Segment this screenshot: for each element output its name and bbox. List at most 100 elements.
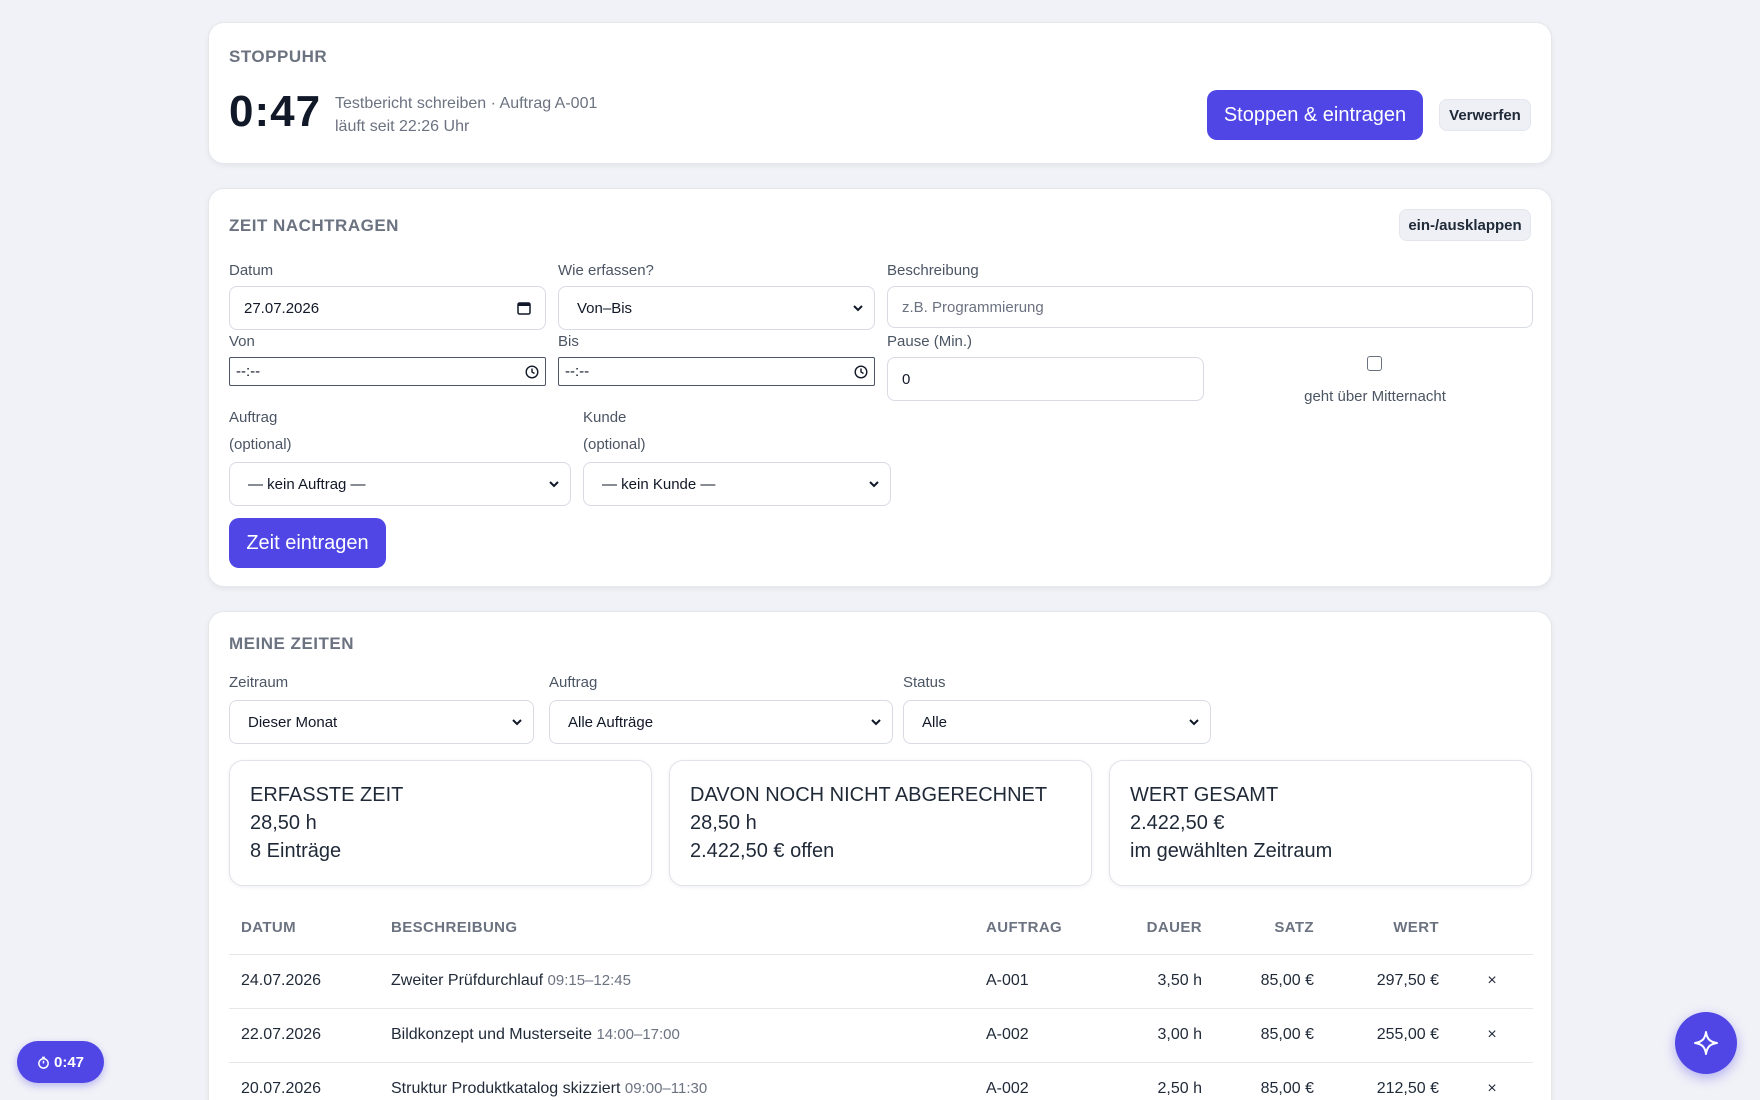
stat-sub: 8 Einträge bbox=[250, 840, 342, 862]
delete-entry-button[interactable]: × bbox=[1451, 1062, 1533, 1100]
stat-title: Wert gesamt bbox=[1130, 784, 1279, 806]
stat-card-total-value: Wert gesamt 2.422,50 € im gewählten Zeit… bbox=[1109, 760, 1532, 886]
stat-value: 28,50 h bbox=[250, 812, 317, 834]
cell-duration: 2,50 h bbox=[1099, 1062, 1214, 1100]
assistant-fab-button[interactable] bbox=[1675, 1012, 1737, 1074]
pause-input[interactable]: 0 bbox=[887, 357, 1204, 401]
stopwatch-task: Testbericht schreiben · Auftrag A-001 bbox=[335, 95, 598, 112]
order-filter-label: Auftrag bbox=[549, 674, 598, 691]
time-entries-table: DATUM BESCHREIBUNG AUFTRAG DAUER SATZ WE… bbox=[229, 902, 1533, 1100]
stopwatch-icon bbox=[38, 1056, 49, 1069]
order-filter-value: Alle Aufträge bbox=[568, 713, 654, 731]
chevron-down-icon bbox=[1189, 719, 1199, 726]
cell-description: Bildkonzept und Musterseite 14:00–17:00 bbox=[379, 1008, 974, 1063]
submit-time-button[interactable]: Zeit eintragen bbox=[229, 518, 386, 568]
stop-and-save-button[interactable]: Stoppen & eintragen bbox=[1207, 90, 1423, 140]
cell-rate: 85,00 € bbox=[1214, 1008, 1326, 1063]
pause-value: 0 bbox=[902, 370, 911, 388]
table-row[interactable]: 22.07.2026 Bildkonzept und Musterseite 1… bbox=[229, 1008, 1533, 1063]
cell-value: 297,50 € bbox=[1326, 954, 1451, 1009]
my-times-card: Meine Zeiten Zeitraum Dieser Monat Auftr… bbox=[208, 611, 1552, 1100]
mode-select[interactable]: Von–Bis bbox=[558, 286, 875, 330]
sparkle-icon bbox=[1694, 1031, 1718, 1055]
order-filter-select[interactable]: Alle Aufträge bbox=[549, 700, 893, 744]
clock-icon[interactable] bbox=[854, 364, 868, 379]
floating-timer-value: 0:47 bbox=[53, 1053, 85, 1071]
date-field[interactable]: 27.07.2026 bbox=[229, 286, 546, 330]
stopwatch-card: Stoppuhr 0:47 Testbericht schreiben · Au… bbox=[208, 22, 1552, 164]
mode-label: Wie erfassen? bbox=[558, 262, 654, 279]
stat-title: Erfasste Zeit bbox=[250, 784, 404, 806]
delete-entry-button[interactable]: × bbox=[1451, 1008, 1533, 1063]
cell-description: Struktur Produktkatalog skizziert 09:00–… bbox=[379, 1062, 974, 1100]
entry-description: Struktur Produktkatalog skizziert bbox=[391, 1080, 621, 1097]
order-value: — kein Auftrag — bbox=[248, 475, 366, 493]
from-time-input[interactable]: --:-- bbox=[229, 357, 546, 386]
entry-time-range: 09:00–11:30 bbox=[624, 1080, 708, 1097]
description-placeholder: z.B. Programmierung bbox=[902, 298, 1044, 316]
calendar-icon[interactable] bbox=[517, 301, 531, 315]
stat-card-recorded-time: Erfasste Zeit 28,50 h 8 Einträge bbox=[229, 760, 652, 886]
delete-entry-button[interactable]: × bbox=[1451, 954, 1533, 1009]
period-filter-select[interactable]: Dieser Monat bbox=[229, 700, 534, 744]
date-label: Datum bbox=[229, 262, 274, 279]
col-header-description[interactable]: BESCHREIBUNG bbox=[379, 902, 974, 955]
entry-description: Bildkonzept und Musterseite bbox=[391, 1026, 592, 1043]
to-label: Bis bbox=[558, 333, 579, 350]
table-header-row: DATUM BESCHREIBUNG AUFTRAG DAUER SATZ WE… bbox=[229, 902, 1533, 955]
status-filter-value: Alle bbox=[922, 713, 948, 731]
cell-duration: 3,00 h bbox=[1099, 1008, 1214, 1063]
cell-date: 20.07.2026 bbox=[229, 1062, 379, 1100]
chevron-down-icon bbox=[869, 481, 879, 488]
description-input[interactable]: z.B. Programmierung bbox=[887, 286, 1533, 328]
collapse-toggle-button[interactable]: ein-/ausklappen bbox=[1399, 209, 1531, 241]
entry-time-range: 14:00–17:00 bbox=[596, 1026, 680, 1043]
col-header-order[interactable]: AUFTRAG bbox=[974, 902, 1099, 955]
order-optional-label: (optional) bbox=[229, 436, 292, 453]
stat-card-unbilled: Davon noch nicht abgerechnet 28,50 h 2.4… bbox=[669, 760, 1092, 886]
table-row[interactable]: 24.07.2026 Zweiter Prüfdurchlauf 09:15–1… bbox=[229, 954, 1533, 1009]
col-header-actions bbox=[1451, 902, 1533, 955]
midnight-checkbox[interactable] bbox=[1367, 356, 1382, 371]
cell-value: 255,00 € bbox=[1326, 1008, 1451, 1063]
to-time-input[interactable]: --:-- bbox=[558, 357, 875, 386]
period-filter-value: Dieser Monat bbox=[248, 713, 338, 731]
cell-date: 22.07.2026 bbox=[229, 1008, 379, 1063]
floating-timer-pill[interactable]: 0:47 bbox=[17, 1041, 104, 1083]
stopwatch-title: Stoppuhr bbox=[229, 47, 328, 66]
col-header-rate[interactable]: SATZ bbox=[1214, 902, 1326, 955]
table-row[interactable]: 20.07.2026 Struktur Produktkatalog skizz… bbox=[229, 1062, 1533, 1100]
order-select[interactable]: — kein Auftrag — bbox=[229, 462, 571, 506]
midnight-label: geht über Mitternacht bbox=[1304, 388, 1446, 405]
cell-order: A-001 bbox=[974, 954, 1099, 1009]
pause-label: Pause (Min.) bbox=[887, 333, 973, 350]
stat-value: 28,50 h bbox=[690, 812, 757, 834]
discard-button[interactable]: Verwerfen bbox=[1439, 99, 1531, 131]
customer-select[interactable]: — kein Kunde — bbox=[583, 462, 891, 506]
chevron-down-icon bbox=[871, 719, 881, 726]
col-header-value[interactable]: WERT bbox=[1326, 902, 1451, 955]
from-time-value: --:-- bbox=[236, 363, 261, 380]
col-header-duration[interactable]: DAUER bbox=[1099, 902, 1214, 955]
entry-description: Zweiter Prüfdurchlauf bbox=[391, 972, 544, 989]
add-time-card: Zeit nachtragen ein-/ausklappen Datum 27… bbox=[208, 188, 1552, 587]
cell-description: Zweiter Prüfdurchlauf 09:15–12:45 bbox=[379, 954, 974, 1009]
period-filter-label: Zeitraum bbox=[229, 674, 289, 691]
date-value: 27.07.2026 bbox=[244, 299, 320, 317]
stopwatch-since: läuft seit 22:26 Uhr bbox=[335, 118, 470, 135]
cell-value: 212,50 € bbox=[1326, 1062, 1451, 1100]
cell-rate: 85,00 € bbox=[1214, 954, 1326, 1009]
status-filter-label: Status bbox=[903, 674, 946, 691]
cell-duration: 3,50 h bbox=[1099, 954, 1214, 1009]
chevron-down-icon bbox=[853, 305, 863, 312]
clock-icon[interactable] bbox=[525, 364, 539, 379]
cell-date: 24.07.2026 bbox=[229, 954, 379, 1009]
stat-sub: 2.422,50 € offen bbox=[690, 840, 835, 862]
customer-value: — kein Kunde — bbox=[602, 475, 716, 493]
status-filter-select[interactable]: Alle bbox=[903, 700, 1211, 744]
description-label: Beschreibung bbox=[887, 262, 979, 279]
mode-value: Von–Bis bbox=[577, 299, 633, 317]
my-times-title: Meine Zeiten bbox=[229, 634, 355, 653]
from-label: Von bbox=[229, 333, 255, 350]
col-header-date[interactable]: DATUM bbox=[229, 902, 379, 955]
